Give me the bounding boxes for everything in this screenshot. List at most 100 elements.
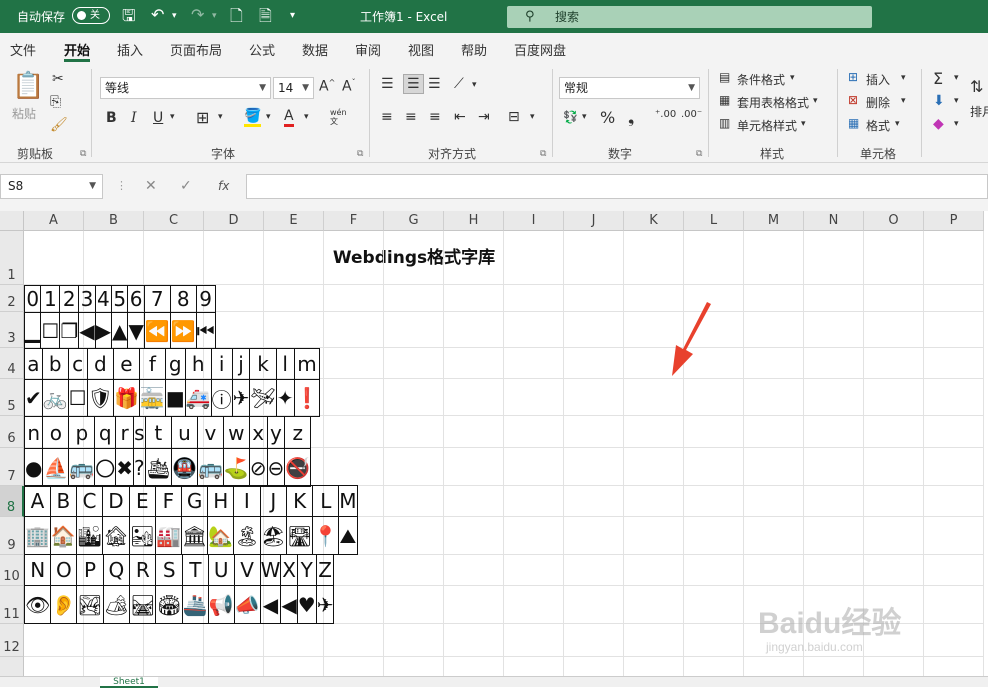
- orientation-dropdown-icon[interactable]: ▾: [472, 80, 477, 90]
- chevron-down-icon: ▼: [688, 83, 695, 93]
- autosave-toggle[interactable]: 关: [72, 7, 110, 24]
- percent-icon[interactable]: %: [600, 108, 615, 127]
- copy-icon[interactable]: ⎘: [50, 94, 61, 110]
- sort-filter-button[interactable]: 排月: [970, 103, 988, 120]
- undo-icon[interactable]: ↶: [151, 5, 164, 24]
- document-title: 工作簿1 - Excel: [360, 10, 448, 24]
- save-icon[interactable]: 🖫: [122, 5, 136, 32]
- redo-icon: ↷: [191, 5, 205, 24]
- cut-icon[interactable]: ✂: [52, 71, 64, 87]
- sheet-tab-bar: Sheet1: [0, 676, 988, 688]
- align-bottom-icon[interactable]: ☰: [428, 76, 441, 92]
- tab-insert[interactable]: 插入: [117, 40, 143, 59]
- formula-bar: S8 ▼ ⋮ ✕ ✓ fx: [0, 163, 988, 211]
- name-box[interactable]: S8 ▼: [0, 174, 103, 199]
- accounting-format-icon[interactable]: 💱: [563, 110, 578, 124]
- paste-icon[interactable]: 📋: [12, 71, 44, 101]
- tab-home[interactable]: 开始: [64, 40, 91, 62]
- italic-icon[interactable]: I: [131, 110, 137, 126]
- chevron-down-icon: ▾: [813, 96, 818, 106]
- search-box[interactable]: ⚲ 搜索: [507, 6, 872, 28]
- styles-group-label: 样式: [760, 147, 785, 161]
- increase-decimal-icon[interactable]: ⁺.00: [655, 109, 676, 120]
- undo-dropdown-icon[interactable]: ▾: [172, 11, 177, 21]
- bold-icon[interactable]: B: [106, 110, 117, 126]
- fill-icon[interactable]: ⬇: [933, 93, 945, 109]
- watermark-url: jingyan.baidu.com: [766, 640, 863, 654]
- chevron-down-icon: ▾: [801, 119, 806, 129]
- formula-input[interactable]: [246, 174, 988, 199]
- new-file-icon[interactable]: 🗋: [230, 5, 243, 32]
- tab-help[interactable]: 帮助: [461, 40, 487, 59]
- tab-data[interactable]: 数据: [302, 40, 328, 59]
- conditional-format-button[interactable]: 条件格式: [737, 71, 785, 88]
- increase-font-icon[interactable]: A^: [319, 78, 335, 95]
- decrease-indent-icon[interactable]: ⇤: [454, 109, 466, 125]
- chevron-down-icon: ▼: [259, 83, 266, 93]
- phonetic-icon[interactable]: wén 文: [330, 108, 347, 126]
- paste-button[interactable]: 粘贴: [12, 105, 36, 122]
- underline-dropdown-icon[interactable]: ▾: [170, 112, 175, 122]
- chevron-down-icon: ▼: [302, 83, 309, 93]
- clear-dropdown-icon[interactable]: ▾: [954, 119, 959, 129]
- merge-center-icon[interactable]: ⊟: [508, 109, 520, 125]
- font-color-dropdown-icon[interactable]: ▾: [304, 112, 309, 122]
- number-launcher-icon[interactable]: ⧉: [696, 149, 702, 159]
- print-preview-icon[interactable]: 🗎: [259, 5, 272, 32]
- fill-color-dropdown-icon[interactable]: ▾: [266, 112, 271, 122]
- accounting-dropdown-icon[interactable]: ▾: [582, 112, 587, 122]
- autosum-dropdown-icon[interactable]: ▾: [954, 73, 959, 83]
- delete-cells-button[interactable]: 删除: [866, 94, 890, 111]
- cell-styles-icon: ▥: [719, 116, 731, 130]
- fill-color-icon[interactable]: 🪣: [244, 108, 262, 127]
- font-size-dropdown[interactable]: 14 ▼: [273, 77, 314, 99]
- delete-cells-icon: ⊠: [848, 93, 859, 107]
- align-left-icon[interactable]: ≡: [381, 109, 393, 125]
- align-middle-icon[interactable]: ☰: [403, 74, 424, 94]
- sort-filter-icon[interactable]: ⇅: [970, 77, 983, 96]
- align-center-icon[interactable]: ≡: [405, 109, 417, 125]
- borders-dropdown-icon[interactable]: ▾: [218, 112, 223, 122]
- tab-baidu-netdisk[interactable]: 百度网盘: [514, 40, 566, 59]
- fill-dropdown-icon[interactable]: ▾: [954, 96, 959, 106]
- increase-indent-icon[interactable]: ⇥: [478, 109, 490, 125]
- font-group-label: 字体: [211, 147, 236, 161]
- format-table-icon: ▦: [719, 93, 731, 107]
- tab-file[interactable]: 文件: [10, 40, 36, 59]
- align-right-icon[interactable]: ≡: [429, 109, 441, 125]
- comma-style-icon[interactable]: ❟: [628, 108, 634, 128]
- decrease-decimal-icon[interactable]: .00⁻: [681, 109, 702, 120]
- redo-dropdown-icon: ▾: [212, 11, 217, 21]
- cell-styles-button[interactable]: 单元格样式: [737, 117, 797, 134]
- clipboard-launcher-icon[interactable]: ⧉: [80, 149, 86, 159]
- number-format-dropdown[interactable]: 常规 ▼: [559, 77, 700, 99]
- more-icon[interactable]: ⋮: [116, 179, 127, 192]
- borders-icon[interactable]: ⊞: [196, 108, 209, 127]
- font-color-icon[interactable]: A: [284, 108, 294, 127]
- underline-icon[interactable]: U: [153, 110, 163, 126]
- customize-qa-icon[interactable]: ▾: [290, 10, 295, 21]
- name-box-value: S8: [8, 179, 24, 193]
- merge-dropdown-icon[interactable]: ▾: [530, 112, 535, 122]
- format-cells-button[interactable]: 格式: [866, 117, 890, 134]
- sheet-tab[interactable]: Sheet1: [100, 677, 158, 688]
- insert-cells-button[interactable]: 插入: [866, 71, 890, 88]
- tab-review[interactable]: 审阅: [355, 40, 381, 59]
- font-name-dropdown[interactable]: 等线 ▼: [100, 77, 271, 99]
- font-size-value: 14: [278, 81, 294, 95]
- font-name-value: 等线: [105, 81, 130, 95]
- divider: [552, 69, 553, 157]
- tab-page-layout[interactable]: 页面布局: [170, 40, 222, 59]
- format-painter-icon[interactable]: 🖌: [50, 117, 68, 133]
- format-as-table-button[interactable]: 套用表格格式: [737, 94, 809, 111]
- orientation-icon[interactable]: ⟋: [454, 76, 464, 92]
- alignment-launcher-icon[interactable]: ⧉: [540, 149, 546, 159]
- font-launcher-icon[interactable]: ⧉: [357, 149, 363, 159]
- autosum-icon[interactable]: Σ: [933, 69, 943, 88]
- insert-function-icon[interactable]: fx: [218, 179, 229, 193]
- tab-view[interactable]: 视图: [408, 40, 434, 59]
- tab-formulas[interactable]: 公式: [249, 40, 275, 59]
- clear-icon[interactable]: ◆: [933, 116, 944, 132]
- align-top-icon[interactable]: ☰: [381, 76, 394, 92]
- decrease-font-icon[interactable]: Aˇ: [342, 78, 356, 95]
